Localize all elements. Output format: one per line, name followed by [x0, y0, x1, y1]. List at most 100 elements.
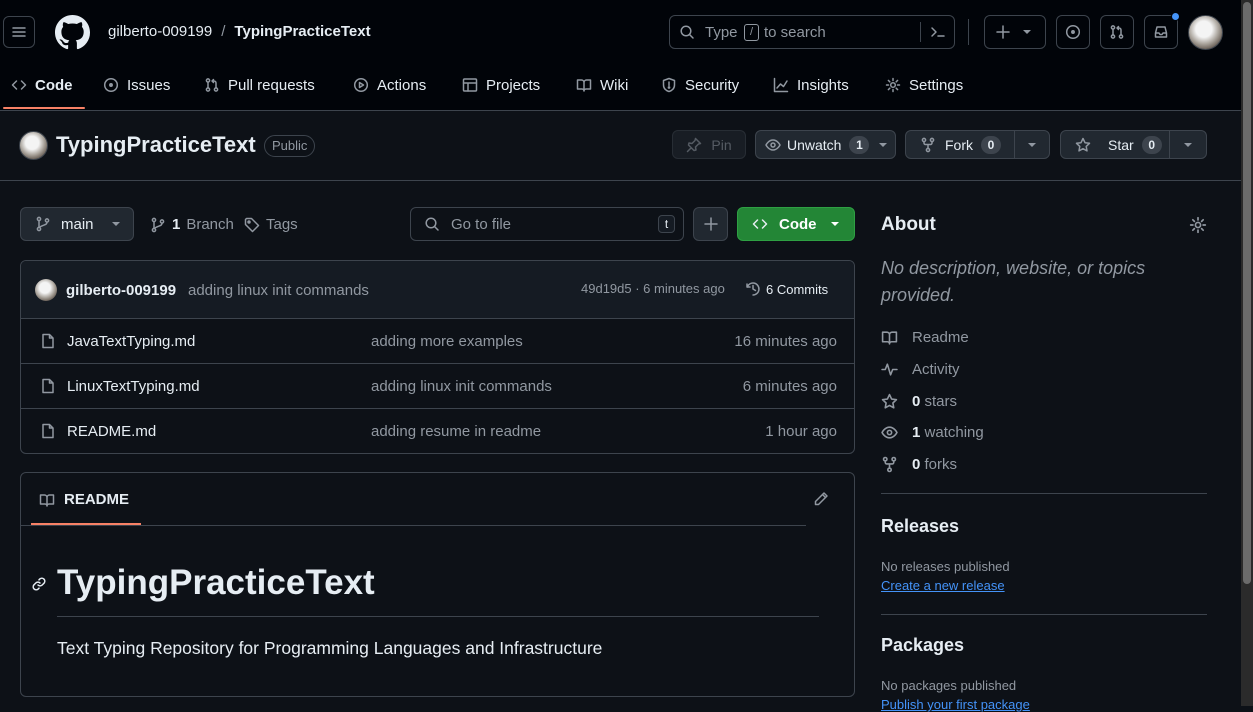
tab-label: Issues [127, 76, 171, 94]
branch-selector[interactable]: main [20, 207, 134, 241]
triangle-down-icon [111, 222, 120, 226]
releases-empty: No releases published [881, 559, 1010, 574]
tab-projects[interactable]: Projects [462, 64, 540, 106]
github-logo[interactable] [55, 15, 90, 50]
history-icon [746, 282, 760, 296]
unwatch-button[interactable]: Unwatch 1 [755, 130, 896, 159]
star-icon [881, 393, 898, 409]
stars-link[interactable]: 0 stars [881, 393, 957, 410]
branch-name: main [61, 215, 94, 233]
fork-dropdown[interactable] [1015, 137, 1049, 153]
gear-icon [885, 77, 901, 93]
fork-button-group: Fork 0 [905, 130, 1050, 159]
star-dropdown[interactable] [1170, 137, 1206, 153]
tab-issues[interactable]: Issues [103, 64, 170, 106]
search-prefix: Type [705, 24, 738, 41]
gear-icon[interactable] [1189, 216, 1207, 234]
file-commit-message[interactable]: adding resume in readme [371, 423, 541, 440]
add-file-button[interactable] [693, 207, 728, 241]
repo-owner-avatar[interactable] [19, 131, 48, 160]
tab-insights[interactable]: Insights [773, 64, 849, 106]
readme-panel: README TypingPracticeText Text Typing Re… [20, 472, 855, 697]
menu-button[interactable] [3, 16, 35, 48]
triangle-down-icon [879, 142, 888, 147]
commit-author-avatar[interactable] [35, 279, 57, 301]
file-name[interactable]: JavaTextTyping.md [67, 333, 195, 350]
commit-message[interactable]: adding linux init commands [188, 282, 369, 299]
readme-title: TypingPracticeText [57, 563, 375, 602]
file-icon [42, 423, 54, 439]
file-commit-age: 1 hour ago [765, 423, 837, 440]
file-commit-age: 16 minutes ago [734, 333, 837, 350]
releases-heading[interactable]: Releases [881, 516, 959, 537]
book-icon [39, 493, 55, 507]
file-row[interactable]: LinuxTextTyping.md adding linux init com… [21, 363, 854, 408]
code-download-button[interactable]: Code [737, 207, 855, 241]
commit-author[interactable]: gilberto-009199 [66, 282, 176, 299]
packages-heading[interactable]: Packages [881, 635, 964, 656]
plus-icon [996, 25, 1010, 39]
user-avatar[interactable] [1188, 15, 1223, 50]
go-to-file-input[interactable]: Go to file t [410, 207, 684, 241]
tab-security[interactable]: Security [661, 64, 739, 106]
repo-header-divider [0, 180, 1253, 181]
publish-package-link[interactable]: Publish your first package [881, 697, 1030, 712]
tab-label: Wiki [600, 76, 629, 94]
owner-link[interactable]: gilberto-009199 [108, 23, 212, 40]
file-name[interactable]: LinuxTextTyping.md [67, 378, 200, 395]
table-icon [462, 78, 478, 92]
create-release-link[interactable]: Create a new release [881, 578, 1005, 593]
visibility-badge: Public [264, 135, 316, 157]
repo-link[interactable]: TypingPracticeText [234, 23, 370, 40]
search-divider [920, 22, 921, 42]
tab-wiki[interactable]: Wiki [576, 64, 628, 106]
tab-actions[interactable]: Actions [353, 64, 426, 106]
star-label: Star [1108, 136, 1134, 153]
tags-link[interactable]: Tags [244, 216, 298, 233]
file-commit-message[interactable]: adding more examples [371, 333, 523, 350]
path-separator: / [221, 23, 226, 40]
readme-tab[interactable]: README [39, 491, 129, 508]
repo-title[interactable]: TypingPracticeText [56, 132, 256, 158]
git-pull-request-icon [205, 78, 219, 92]
watching-link[interactable]: 1 watching [881, 424, 984, 441]
tab-label: Projects [486, 76, 541, 94]
issues-button[interactable] [1056, 15, 1090, 49]
sidebar-divider [881, 493, 1207, 494]
book-icon [881, 331, 898, 345]
star-count: 0 [1141, 135, 1162, 154]
readme-link[interactable]: Readme [881, 329, 969, 346]
star-button[interactable]: Star 0 [1061, 131, 1170, 158]
create-new-button[interactable] [984, 15, 1046, 49]
github-mark-icon [55, 15, 90, 50]
scrollbar-track[interactable] [1241, 0, 1253, 706]
file-name[interactable]: README.md [67, 423, 156, 440]
search-box[interactable]: Type / to search [669, 15, 955, 49]
tab-settings[interactable]: Settings [885, 64, 963, 106]
file-row[interactable]: JavaTextTyping.md adding more examples 1… [21, 318, 854, 363]
sidebar-divider [881, 614, 1207, 615]
activity-link[interactable]: Activity [881, 361, 960, 378]
tab-label: Code [35, 76, 73, 94]
pull-requests-button[interactable] [1100, 15, 1134, 49]
tab-pull-requests[interactable]: Pull requests [204, 64, 315, 106]
tab-label: Settings [909, 76, 964, 94]
pencil-icon[interactable] [813, 491, 829, 507]
code-button-label: Code [779, 215, 817, 233]
commits-link[interactable]: 6 Commits [745, 281, 828, 297]
git-pull-request-icon [1110, 25, 1124, 39]
file-commit-message[interactable]: adding linux init commands [371, 378, 552, 395]
fork-button[interactable]: Fork 0 [906, 131, 1015, 158]
scrollbar-thumb[interactable] [1243, 2, 1251, 584]
about-description: No description, website, or topics provi… [881, 258, 1146, 305]
forks-link[interactable]: 0 forks [881, 456, 957, 473]
file-row[interactable]: README.md adding resume in readme 1 hour… [21, 408, 854, 453]
file-commit-age: 6 minutes ago [742, 378, 837, 395]
triangle-down-icon [1023, 30, 1031, 34]
tab-code[interactable]: Code [11, 64, 73, 106]
command-palette-icon[interactable] [930, 24, 946, 40]
pin-button[interactable]: Pin [672, 130, 746, 159]
commit-hash-time[interactable]: 49d19d5 · 6 minutes ago [581, 281, 725, 296]
link-anchor-icon[interactable] [31, 576, 47, 592]
branches-link[interactable]: 1 Branch [150, 216, 234, 233]
